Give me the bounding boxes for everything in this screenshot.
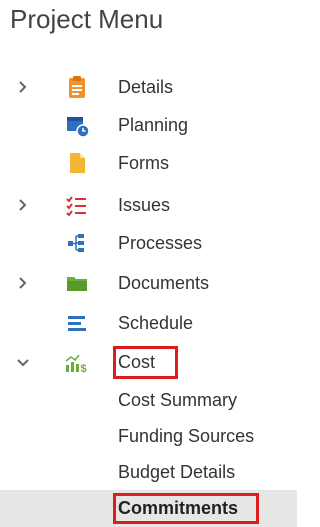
chevron-right-icon[interactable] bbox=[14, 196, 32, 214]
submenu-item-commitments[interactable]: Commitments bbox=[0, 490, 297, 527]
menu-item-planning[interactable]: Planning bbox=[0, 106, 297, 144]
svg-text:$: $ bbox=[81, 363, 87, 375]
menu-item-label: Details bbox=[118, 77, 174, 97]
menu-item-label: Planning bbox=[118, 115, 189, 135]
submenu-item-budget-details[interactable]: Budget Details bbox=[0, 454, 297, 490]
menu-item-label: Issues bbox=[118, 195, 171, 215]
submenu-item-funding-sources[interactable]: Funding Sources bbox=[0, 418, 297, 454]
flow-icon bbox=[64, 230, 90, 256]
menu-item-documents[interactable]: Documents bbox=[0, 264, 297, 302]
submenu-item-label: Cost Summary bbox=[118, 390, 238, 410]
menu-item-details[interactable]: Details bbox=[0, 68, 297, 106]
menu-item-forms[interactable]: Forms bbox=[0, 144, 297, 182]
menu-item-label: Schedule bbox=[118, 313, 194, 333]
chevron-down-icon[interactable] bbox=[14, 354, 32, 372]
chevron-right-icon[interactable] bbox=[14, 78, 32, 96]
menu-item-processes[interactable]: Processes bbox=[0, 224, 297, 262]
cost-chart-icon: $ bbox=[64, 350, 90, 376]
calendar-clock-icon bbox=[64, 112, 90, 138]
clipboard-icon bbox=[64, 74, 90, 100]
chevron-right-icon[interactable] bbox=[14, 274, 32, 292]
folder-icon bbox=[64, 270, 90, 296]
schedule-lines-icon bbox=[64, 310, 90, 336]
document-icon bbox=[64, 150, 90, 176]
submenu-item-cost-summary[interactable]: Cost Summary bbox=[0, 382, 297, 418]
submenu-item-label: Funding Sources bbox=[118, 426, 255, 446]
menu-item-label: Forms bbox=[118, 153, 169, 173]
menu-item-cost[interactable]: $ Cost bbox=[0, 344, 297, 382]
menu-item-label: Documents bbox=[118, 273, 210, 293]
menu-item-label: Processes bbox=[118, 233, 203, 253]
submenu-item-label: Commitments bbox=[112, 493, 260, 524]
checklist-icon bbox=[64, 192, 90, 218]
menu-item-issues[interactable]: Issues bbox=[0, 186, 297, 224]
submenu-item-label: Budget Details bbox=[118, 462, 236, 482]
menu-item-schedule[interactable]: Schedule bbox=[0, 304, 297, 342]
menu-item-label: Cost bbox=[112, 346, 179, 379]
page-title: Project Menu bbox=[10, 4, 164, 34]
